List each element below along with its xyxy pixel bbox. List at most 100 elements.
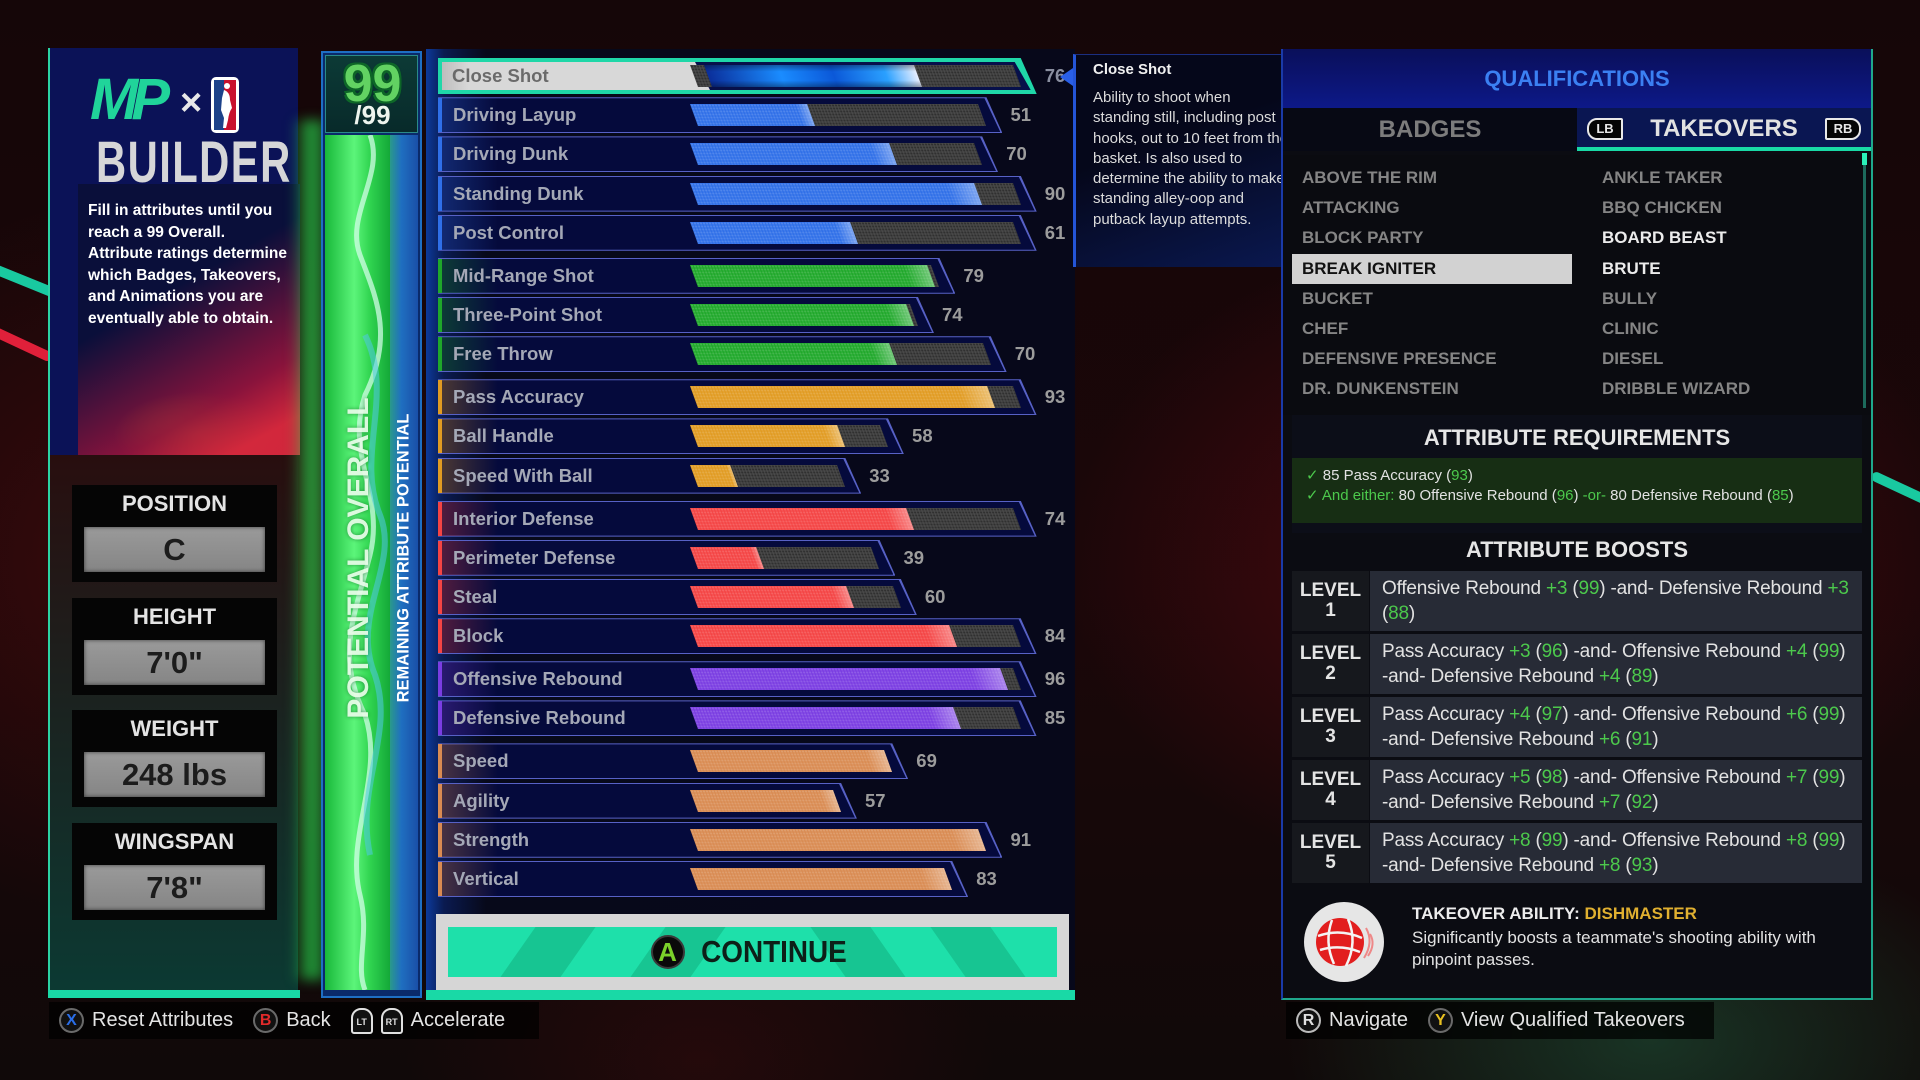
attribute-value-bar[interactable] <box>690 750 893 773</box>
attribute-value-bar[interactable] <box>690 868 953 890</box>
takeover-list-item[interactable]: CHEF <box>1302 314 1348 344</box>
attribute-name: Free Throw <box>453 343 553 365</box>
rt-trigger-icon[interactable]: RT <box>380 1007 403 1034</box>
attribute-row[interactable]: Perimeter Defense 39 <box>438 540 924 576</box>
list-scrollbar[interactable] <box>1863 153 1866 408</box>
attribute-row[interactable]: Driving Dunk 70 <box>438 136 1027 172</box>
back-hint[interactable]: Back <box>286 1009 330 1032</box>
attribute-row[interactable]: Mid-Range Shot 79 <box>438 258 984 294</box>
attribute-row[interactable]: Three-Point Shot 74 <box>438 297 963 333</box>
view-qualified-takeovers-hint[interactable]: View Qualified Takeovers <box>1461 1009 1685 1032</box>
x-button-icon[interactable]: X <box>59 1008 84 1033</box>
takeover-list-item[interactable]: DR. DUNKENSTEIN <box>1302 374 1459 404</box>
attribute-value-bar[interactable] <box>690 221 859 244</box>
lt-trigger-icon[interactable]: LT <box>350 1007 373 1034</box>
rb-button-icon[interactable]: RB <box>1825 118 1861 140</box>
takeover-list-item[interactable]: CLINIC <box>1602 314 1659 344</box>
attribute-value-bar[interactable] <box>690 625 957 648</box>
builder-description: Fill in attributes until you reach a 99 … <box>88 202 287 327</box>
takeover-list-item[interactable]: BLOCK PARTY <box>1302 223 1424 253</box>
scrollbar-thumb[interactable] <box>1862 153 1867 165</box>
attribute-row[interactable]: Interior Defense 74 <box>438 501 1065 537</box>
panel-accent-line <box>48 990 300 998</box>
reset-attributes-hint[interactable]: Reset Attributes <box>92 1009 233 1032</box>
accelerate-hint[interactable]: Accelerate <box>411 1009 506 1032</box>
attribute-row[interactable]: Pass Accuracy 93 <box>438 379 1065 415</box>
attribute-row[interactable]: Ball Handle 58 <box>438 418 933 454</box>
attribute-row[interactable]: Driving Layup 51 <box>438 97 1031 133</box>
attribute-row[interactable]: Steal 60 <box>438 579 945 615</box>
navigate-hint[interactable]: Navigate <box>1329 1009 1408 1032</box>
weight-label: WEIGHT <box>130 716 219 741</box>
takeover-list-item[interactable]: ANKLE TAKER <box>1602 163 1723 193</box>
attribute-row[interactable]: Free Throw 70 <box>438 336 1035 372</box>
attribute-value-bar[interactable] <box>690 828 987 851</box>
boost-result: 97 <box>1541 704 1563 725</box>
right-stick-icon[interactable]: R <box>1296 1008 1321 1033</box>
attribute-value-bar[interactable] <box>690 668 1008 691</box>
attribute-row[interactable]: Post Control 61 <box>438 215 1065 251</box>
boost-joiner: -and- <box>1382 855 1431 876</box>
potential-overall-meter: 99 /99 POTENTIAL OVERALL REMAINING ATTRI… <box>321 51 422 998</box>
attribute-row[interactable]: Agility 57 <box>438 783 886 819</box>
attribute-value-bar[interactable] <box>690 789 841 812</box>
takeover-list-item[interactable]: BULLY <box>1602 284 1657 314</box>
attribute-tooltip: Close Shot Ability to shoot when standin… <box>1073 54 1292 267</box>
tab-badges[interactable]: BADGES <box>1283 108 1577 151</box>
boost-description: Offensive Rebound +3 (99) -and- Defensiv… <box>1370 571 1862 631</box>
boost-attribute: Offensive Rebound <box>1621 704 1786 725</box>
boost-text: ) <box>1839 641 1846 662</box>
attribute-value-bar[interactable] <box>704 65 923 87</box>
attribute-value-bar[interactable] <box>690 104 816 127</box>
attribute-value-bar[interactable] <box>690 143 897 166</box>
b-button-icon[interactable]: B <box>253 1008 279 1033</box>
attribute-row[interactable]: Strength 91 <box>438 822 1031 858</box>
attribute-value: 51 <box>1010 104 1032 126</box>
continue-button[interactable]: A CONTINUE <box>448 927 1057 977</box>
boost-level-row: LEVEL 2 Pass Accuracy +3 (96) -and- Offens… <box>1292 634 1862 694</box>
takeover-list-item[interactable]: BREAK IGNITER <box>1292 253 1572 284</box>
attribute-value-bar[interactable] <box>690 507 914 530</box>
tab-takeovers[interactable]: TAKEOVERS LB RB <box>1577 108 1871 151</box>
attribute-row[interactable]: Offensive Rebound 96 <box>438 661 1065 697</box>
boost-text: ) <box>1652 729 1659 750</box>
takeover-list-item[interactable]: BOARD BEAST <box>1602 223 1727 253</box>
attribute-value-bar[interactable] <box>690 586 854 608</box>
attribute-row[interactable]: Vertical 83 <box>438 861 997 897</box>
boost-level-row: LEVEL 5 Pass Accuracy +8 (99) -and- Offens… <box>1292 823 1862 883</box>
attribute-value-bar[interactable] <box>690 464 739 487</box>
takeover-list-item[interactable]: ABOVE THE RIM <box>1302 163 1437 193</box>
takeover-list-item[interactable]: DIESEL <box>1602 344 1663 374</box>
attribute-row[interactable]: Standing Dunk 90 <box>438 176 1065 212</box>
attribute-value-bar[interactable] <box>690 386 996 409</box>
attribute-row[interactable]: Speed With Ball 33 <box>438 458 890 494</box>
requirement-prefix: And either: <box>1321 487 1399 504</box>
takeover-list-item[interactable]: BBQ CHICKEN <box>1602 193 1722 223</box>
boost-level-label: LEVEL 1 <box>1292 571 1369 631</box>
attribute-row[interactable]: Speed 69 <box>438 743 937 779</box>
continue-content: A CONTINUE <box>448 927 1057 977</box>
takeover-list-item[interactable]: DEFENSIVE PRESENCE <box>1302 344 1497 374</box>
boost-text: ) <box>1839 704 1846 725</box>
lb-button-icon[interactable]: LB <box>1587 118 1623 140</box>
attribute-value-bar[interactable] <box>690 707 961 730</box>
takeover-list-item[interactable]: BRUTE <box>1602 254 1661 284</box>
attribute-value-bar[interactable] <box>690 304 914 326</box>
attribute-value-bar[interactable] <box>690 264 936 287</box>
attribute-value: 70 <box>1014 343 1036 365</box>
boost-result: 93 <box>1631 855 1653 876</box>
attribute-name: Three-Point Shot <box>453 304 603 325</box>
attribute-row[interactable]: Block 84 <box>438 618 1065 654</box>
attribute-value-bar[interactable] <box>690 343 897 366</box>
continue-button-frame: A CONTINUE <box>436 914 1069 990</box>
attribute-value-bar[interactable] <box>690 546 764 569</box>
y-button-icon[interactable]: Y <box>1427 1008 1453 1033</box>
attribute-value-bar[interactable] <box>690 182 983 205</box>
attribute-row[interactable]: Close Shot 76 <box>438 58 1065 94</box>
takeover-list-item[interactable]: DRIBBLE WIZARD <box>1602 374 1750 404</box>
attribute-row[interactable]: Defensive Rebound 85 <box>438 700 1065 736</box>
attribute-value-bar[interactable] <box>690 425 846 448</box>
boost-description: Pass Accuracy +8 (99) -and- Offensive Re… <box>1370 823 1862 883</box>
takeover-list-item[interactable]: ATTACKING <box>1302 193 1400 223</box>
takeover-list-item[interactable]: BUCKET <box>1302 284 1373 314</box>
